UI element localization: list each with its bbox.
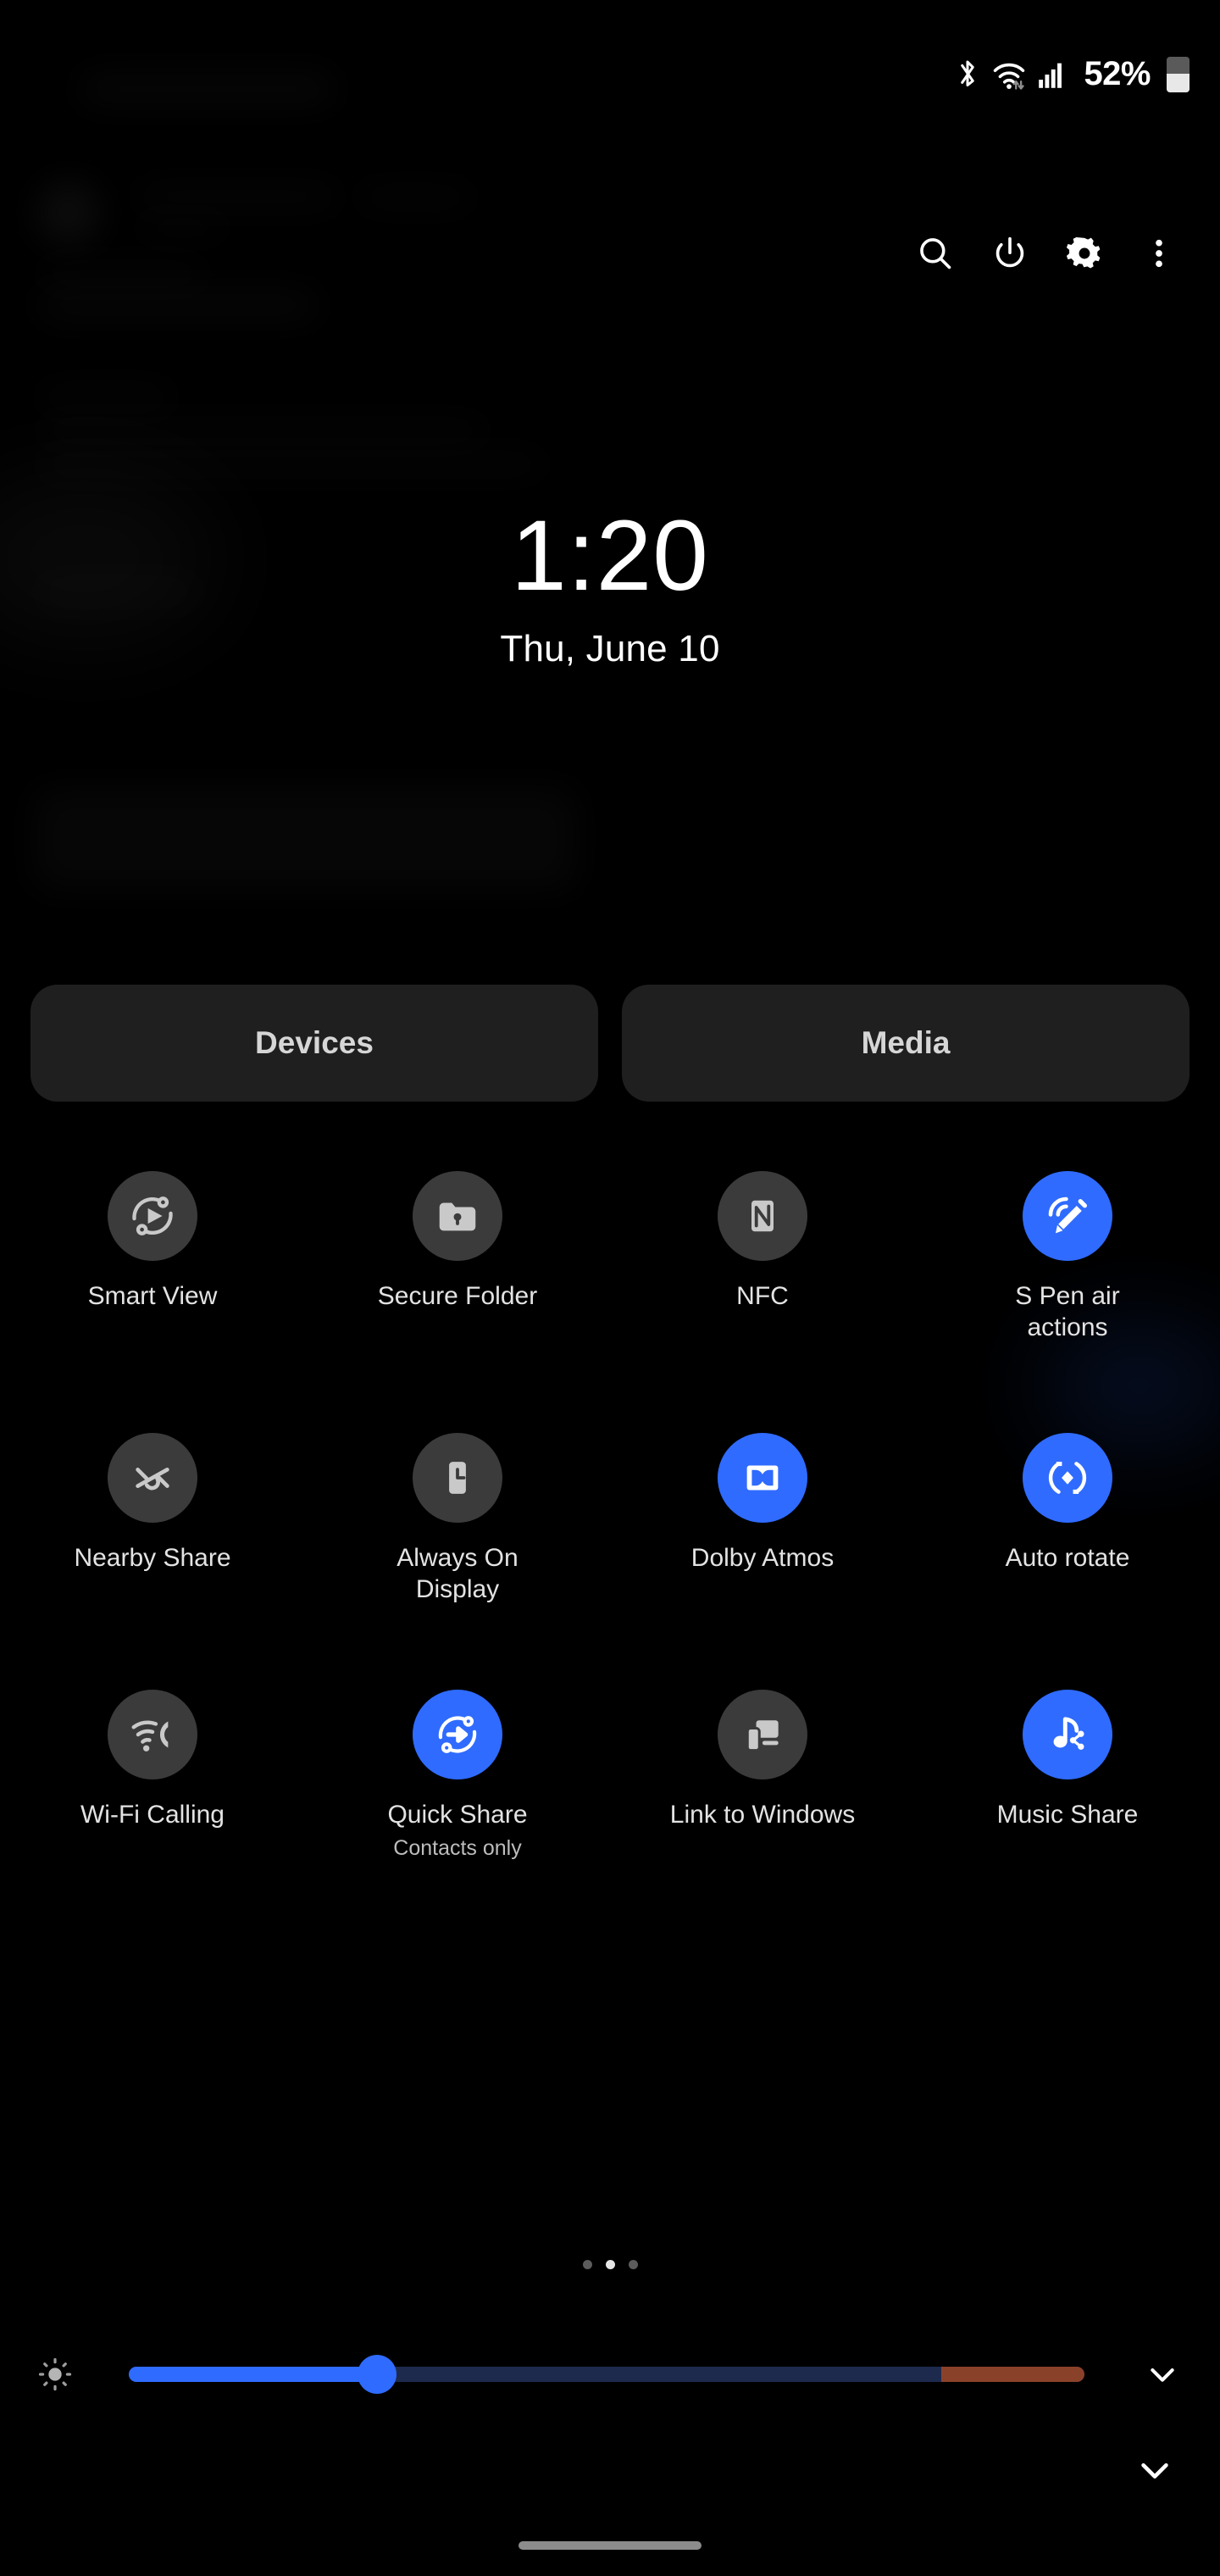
- tile-label: Auto rotate: [1005, 1544, 1130, 1573]
- tile-label: NFC: [736, 1282, 789, 1310]
- tile-auto-rotate[interactable]: Auto rotate: [915, 1433, 1220, 1605]
- battery-icon: [1167, 56, 1190, 92]
- cellular-signal-icon: [1038, 60, 1067, 89]
- gear-icon[interactable]: [1047, 216, 1122, 291]
- tile-label: Link to Windows: [669, 1801, 856, 1829]
- tile-always-on-display[interactable]: Always On Display: [305, 1433, 610, 1605]
- tile-nfc[interactable]: NFC: [610, 1171, 915, 1343]
- page-dot-3[interactable]: [628, 2260, 638, 2269]
- power-icon[interactable]: [973, 216, 1047, 291]
- bg-ghost-line-3: [136, 222, 229, 234]
- bg-ghost-avatar: [38, 182, 99, 243]
- devices-button[interactable]: Devices: [30, 985, 598, 1102]
- dolby-atmos-icon: [718, 1433, 807, 1524]
- devices-media-row: Devices Media: [30, 985, 1190, 1102]
- quick-settings-grid: Smart View Secure Folder NFC S Pen air a…: [0, 1171, 1220, 1861]
- bg-ghost-line-1: [136, 188, 339, 205]
- tile-row-2: Nearby Share Always On Display Dolby Atm…: [0, 1433, 1220, 1605]
- bg-ghost-line-8: [38, 458, 546, 471]
- tile-label: S Pen air actions: [1015, 1282, 1120, 1341]
- bluetooth-icon: [955, 58, 980, 92]
- tile-quick-share[interactable]: Quick Share Contacts only: [305, 1690, 610, 1861]
- tile-label: Dolby Atmos: [690, 1544, 835, 1573]
- slider-extra-brightness-zone: [940, 2367, 1084, 2382]
- brightness-row: [30, 2347, 1190, 2401]
- home-gesture-pill[interactable]: [518, 2541, 702, 2550]
- tile-sublabel: Contacts only: [393, 1835, 522, 1860]
- media-button[interactable]: Media: [622, 985, 1190, 1102]
- nfc-icon: [718, 1171, 807, 1261]
- brightness-icon: [30, 2350, 80, 2399]
- tile-label: Nearby Share: [74, 1544, 231, 1573]
- tile-label: Music Share: [996, 1801, 1139, 1829]
- tile-s-pen-air-actions[interactable]: S Pen air actions: [915, 1171, 1220, 1343]
- tile-link-to-windows[interactable]: Link to Windows: [610, 1690, 915, 1861]
- battery-percent-label: 52%: [1084, 55, 1151, 92]
- slider-knob[interactable]: [358, 2355, 397, 2394]
- tile-row-1: Smart View Secure Folder NFC S Pen air a…: [0, 1171, 1220, 1343]
- bg-ghost-line-6: [38, 390, 174, 405]
- tile-wifi-calling[interactable]: Wi-Fi Calling: [0, 1690, 305, 1861]
- smart-view-icon: [108, 1171, 197, 1261]
- tile-nearby-share[interactable]: Nearby Share: [0, 1433, 305, 1605]
- tile-label: Smart View: [87, 1282, 218, 1310]
- tile-smart-view[interactable]: Smart View: [0, 1171, 305, 1343]
- wifi-calling-icon: [108, 1690, 197, 1780]
- s-pen-icon: [1023, 1171, 1112, 1261]
- clock-widget: 1:20 Thu, June 10: [0, 500, 1220, 670]
- collapse-panel-chevron-down-icon[interactable]: [1125, 2440, 1184, 2500]
- secure-folder-icon: [413, 1171, 502, 1261]
- more-options-icon[interactable]: [1122, 216, 1196, 291]
- bg-ghost-line-5: [38, 292, 318, 318]
- bg-ghost-line-4: [38, 267, 208, 280]
- wifi-icon: [992, 59, 1026, 90]
- navigation-bar: [0, 2515, 1220, 2576]
- tile-dolby-atmos[interactable]: Dolby Atmos: [610, 1433, 915, 1605]
- clock-time: 1:20: [511, 500, 709, 612]
- brightness-slider[interactable]: [129, 2355, 1084, 2394]
- status-bar: 52%: [0, 0, 1220, 148]
- quick-share-icon: [413, 1690, 502, 1780]
- bg-ghost-card: [34, 788, 576, 890]
- tile-secure-folder[interactable]: Secure Folder: [305, 1171, 610, 1343]
- tile-label: Secure Folder: [377, 1282, 538, 1310]
- music-share-icon: [1023, 1690, 1112, 1780]
- page-indicator: [0, 2260, 1220, 2269]
- tile-label: Quick Share: [387, 1801, 528, 1829]
- tile-label: Always On Display: [396, 1544, 518, 1603]
- bg-ghost-line-7: [38, 424, 487, 437]
- slider-fill: [129, 2367, 378, 2382]
- always-on-display-icon: [413, 1433, 502, 1524]
- link-to-windows-icon: [718, 1690, 807, 1780]
- search-icon[interactable]: [898, 216, 973, 291]
- auto-rotate-icon: [1023, 1433, 1112, 1524]
- tile-row-3: Wi-Fi Calling Quick Share Contacts only: [0, 1690, 1220, 1861]
- tile-music-share[interactable]: Music Share: [915, 1690, 1220, 1861]
- page-dot-1[interactable]: [582, 2260, 592, 2269]
- nearby-share-icon: [108, 1433, 197, 1524]
- brightness-expand-chevron-down-icon[interactable]: [1135, 2347, 1190, 2401]
- quick-settings-toolbar: [898, 216, 1220, 291]
- bg-ghost-line-2: [356, 191, 474, 204]
- clock-date: Thu, June 10: [500, 627, 720, 669]
- page-dot-2[interactable]: [605, 2260, 615, 2269]
- tile-label: Wi-Fi Calling: [80, 1801, 225, 1829]
